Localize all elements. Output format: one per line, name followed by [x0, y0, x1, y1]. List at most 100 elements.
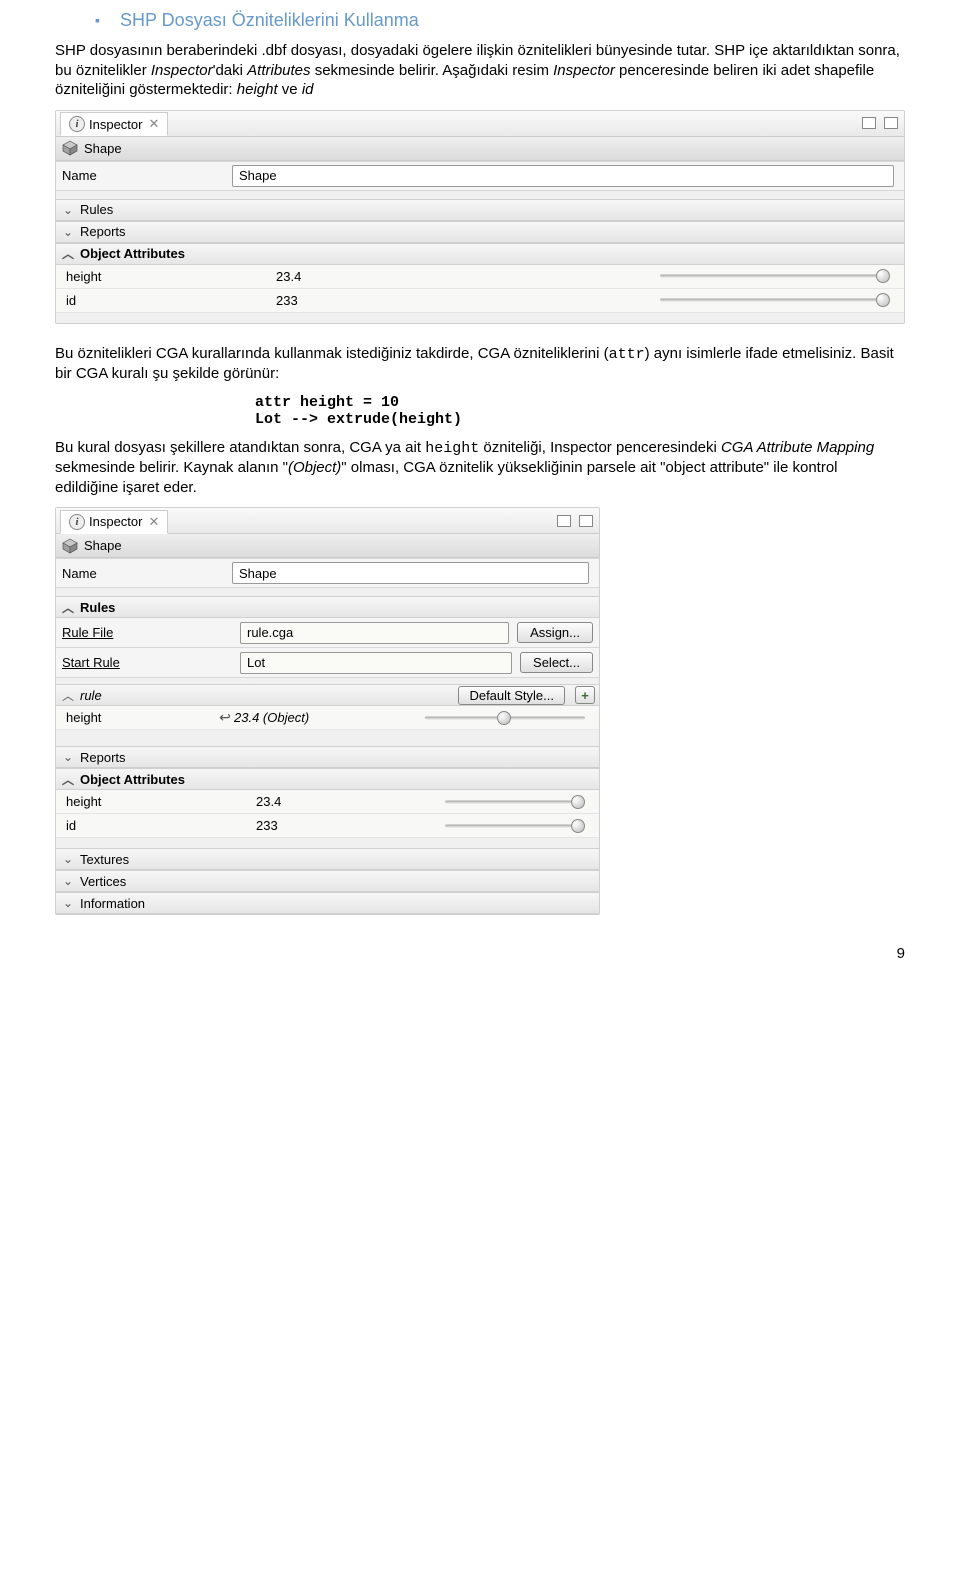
rule-file-row: Rule File rule.cga Assign... — [56, 618, 599, 648]
page-number: 9 — [55, 945, 905, 962]
oa-height-row: height 23.4 — [56, 790, 599, 814]
height-label: height — [66, 269, 276, 284]
rule-file-value: rule.cga — [247, 625, 293, 640]
code-block: attr height = 10 Lot --> extrude(height) — [255, 394, 905, 428]
p1-inspector: Inspector — [151, 62, 213, 79]
heading-shp: SHP Dosyası Özniteliklerini Kullanma — [120, 10, 905, 31]
chevron-up-icon: ︿ — [62, 599, 74, 616]
rule-subsection[interactable]: ︿ rule Default Style... + — [56, 684, 599, 706]
link-icon[interactable]: ↩ — [216, 709, 234, 726]
inspector-tab[interactable]: i Inspector ✕ — [60, 510, 168, 534]
oa-label: Object Attributes — [80, 246, 185, 261]
assign-button[interactable]: Assign... — [517, 622, 593, 643]
minimize-icon[interactable] — [862, 117, 876, 129]
slider-knob-icon[interactable] — [571, 819, 585, 833]
name-input[interactable]: Shape — [232, 562, 589, 584]
close-icon[interactable]: ✕ — [148, 116, 159, 132]
info-icon: i — [69, 514, 85, 530]
start-rule-input[interactable]: Lot — [240, 652, 512, 674]
info-icon: i — [69, 116, 85, 132]
name-input[interactable]: Shape — [232, 165, 894, 187]
oa-id-slider[interactable] — [445, 819, 585, 833]
window-controls — [557, 515, 599, 527]
tabbar: i Inspector ✕ — [56, 111, 904, 137]
name-value: Shape — [239, 168, 277, 183]
oa-label: Object Attributes — [80, 772, 185, 787]
slider-knob-icon[interactable] — [876, 269, 890, 283]
p1-b: 'daki — [213, 62, 248, 79]
oa-height-value: 23.4 — [256, 794, 346, 809]
maximize-icon[interactable] — [579, 515, 593, 527]
information-section[interactable]: ⌄ Information — [56, 892, 599, 914]
add-button[interactable]: + — [575, 686, 595, 704]
id-row: id 233 — [56, 289, 904, 313]
p2a: Bu öznitelikleri CGA kurallarında kullan… — [55, 345, 609, 362]
rule-file-label[interactable]: Rule File — [62, 625, 232, 640]
oa-height-label: height — [66, 794, 256, 809]
textures-label: Textures — [80, 852, 129, 867]
id-value: 233 — [276, 293, 426, 308]
object-attributes-section[interactable]: ︿ Object Attributes — [56, 768, 599, 790]
height-row: height 23.4 — [56, 265, 904, 289]
oa-height-slider[interactable] — [445, 795, 585, 809]
rules-label: Rules — [80, 202, 113, 217]
tab-label: Inspector — [89, 514, 142, 529]
rules-label: Rules — [80, 600, 115, 615]
p1-inspector2: Inspector — [553, 62, 615, 79]
name-row: Name Shape — [56, 558, 599, 588]
start-rule-label[interactable]: Start Rule — [62, 655, 232, 670]
object-attributes-section[interactable]: ︿ Object Attributes — [56, 243, 904, 265]
chevron-down-icon: ⌄ — [62, 225, 74, 239]
p3b: özniteliği, Inspector penceresindeki — [479, 439, 721, 456]
inspector-panel-1: i Inspector ✕ Shape Name Shape ⌄ Rules ⌄… — [55, 110, 905, 324]
textures-section[interactable]: ⌄ Textures — [56, 848, 599, 870]
rules-section[interactable]: ⌄ Rules — [56, 199, 904, 221]
tabbar: i Inspector ✕ — [56, 508, 599, 534]
chevron-up-icon: ︿ — [62, 245, 74, 262]
default-style-button[interactable]: Default Style... — [458, 686, 565, 705]
info-label: Information — [80, 896, 145, 911]
inspector-tab[interactable]: i Inspector ✕ — [60, 112, 168, 136]
chevron-down-icon: ⌄ — [62, 203, 74, 217]
p3c: sekmesinde belirir. Kaynak alanın " — [55, 459, 288, 476]
p1-attributes: Attributes — [247, 62, 310, 79]
paragraph-2: Bu öznitelikleri CGA kurallarında kullan… — [55, 344, 905, 384]
slider-knob-icon[interactable] — [571, 795, 585, 809]
close-icon[interactable]: ✕ — [148, 514, 159, 530]
rules-section[interactable]: ︿ Rules — [56, 596, 599, 618]
p1-c: sekmesinde belirir. Aşağıdaki resim — [311, 62, 554, 79]
name-row: Name Shape — [56, 161, 904, 191]
chevron-down-icon: ⌄ — [62, 852, 74, 866]
height-value: 23.4 — [276, 269, 426, 284]
oa-id-label: id — [66, 818, 256, 833]
oa-id-value: 233 — [256, 818, 346, 833]
id-slider[interactable] — [660, 293, 890, 307]
minimize-icon[interactable] — [557, 515, 571, 527]
vertices-section[interactable]: ⌄ Vertices — [56, 870, 599, 892]
name-label: Name — [62, 566, 232, 581]
start-rule-row: Start Rule Lot Select... — [56, 648, 599, 678]
slider-knob-icon[interactable] — [876, 293, 890, 307]
start-rule-value: Lot — [247, 655, 265, 670]
reports-section[interactable]: ⌄ Reports — [56, 746, 599, 768]
reports-section[interactable]: ⌄ Reports — [56, 221, 904, 243]
shape-header: Shape — [56, 534, 599, 558]
paragraph-3: Bu kural dosyası şekillere atandıktan so… — [55, 438, 905, 498]
cga-height-row: height ↩ 23.4 (Object) — [56, 706, 599, 730]
rule-file-input[interactable]: rule.cga — [240, 622, 509, 644]
cga-height-value: 23.4 (Object) — [234, 710, 344, 725]
shape-label: Shape — [84, 538, 122, 553]
shape-icon — [62, 140, 78, 156]
slider-knob-icon[interactable] — [497, 711, 511, 725]
select-button[interactable]: Select... — [520, 652, 593, 673]
window-controls — [862, 117, 904, 129]
chevron-down-icon: ⌄ — [62, 874, 74, 888]
p3a: Bu kural dosyası şekillere atandıktan so… — [55, 439, 425, 456]
cga-height-slider[interactable] — [425, 711, 585, 725]
shape-header: Shape — [56, 137, 904, 161]
height-slider[interactable] — [660, 269, 890, 283]
cga-height-label: height — [66, 710, 216, 725]
name-label: Name — [62, 168, 232, 183]
maximize-icon[interactable] — [884, 117, 898, 129]
reports-label: Reports — [80, 224, 126, 239]
